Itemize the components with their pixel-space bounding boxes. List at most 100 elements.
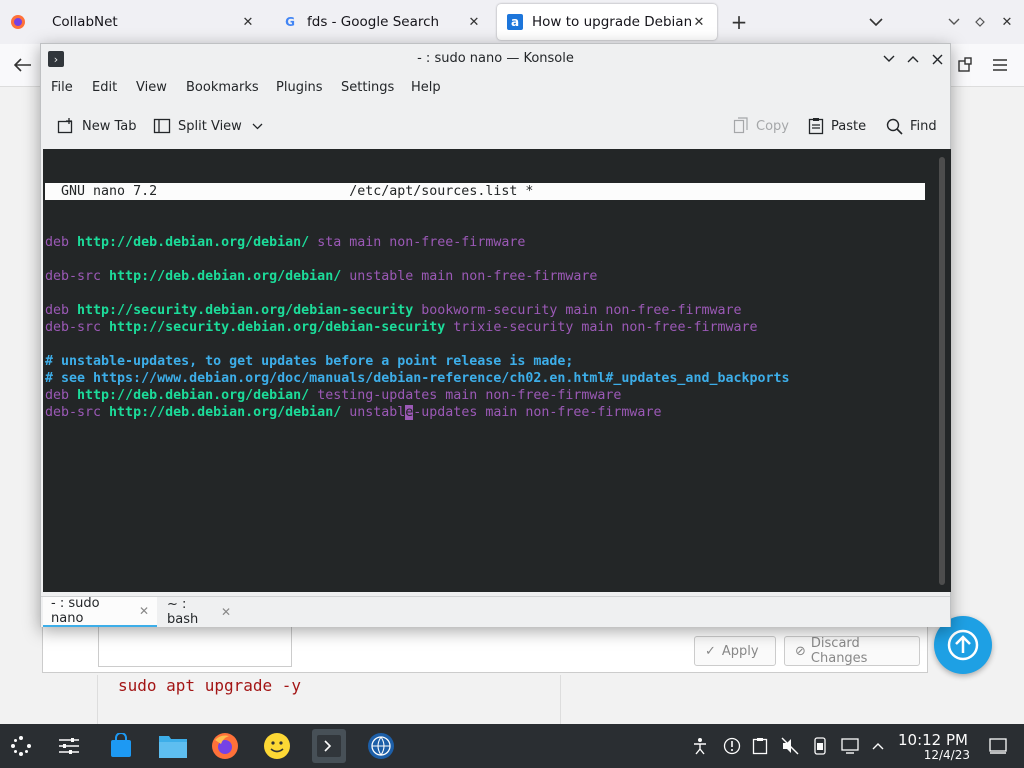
network-browser-icon[interactable] xyxy=(364,729,398,763)
nano-line xyxy=(45,285,925,302)
nano-text-segment: http://deb.debian.org/debian/ xyxy=(109,269,342,284)
menu-edit[interactable]: Edit xyxy=(92,80,117,95)
menu-view[interactable]: View xyxy=(136,80,167,95)
close-icon[interactable]: ✕ xyxy=(240,15,256,30)
new-tab-button[interactable]: New Tab xyxy=(57,114,137,138)
discard-label: Discard Changes xyxy=(810,636,868,666)
app-launcher-icon[interactable] xyxy=(4,729,38,763)
hamburger-menu-icon[interactable] xyxy=(989,54,1011,76)
discover-store-icon[interactable] xyxy=(104,729,138,763)
find-label: Find xyxy=(910,118,937,134)
apply-label: Apply xyxy=(721,643,759,659)
nano-text-segment: http://deb.debian.org/debian/ xyxy=(77,388,310,403)
clock-date[interactable]: 12/4/23 xyxy=(896,748,970,762)
menu-settings[interactable]: Settings xyxy=(341,80,394,95)
toolbar: New Tab Split View Copy Paste Find xyxy=(41,106,950,146)
show-desktop-icon[interactable] xyxy=(988,736,1008,756)
system-settings-icon[interactable] xyxy=(52,729,86,763)
menu-bookmarks[interactable]: Bookmarks xyxy=(186,80,259,95)
nano-text-segment: deb-src xyxy=(45,320,110,335)
divider xyxy=(97,675,98,724)
network-icon[interactable] xyxy=(840,736,860,756)
nano-line xyxy=(45,421,925,438)
terminal-view[interactable]: GNU nano 7.2 /etc/apt/sources.list * deb… xyxy=(43,149,951,592)
cancel-icon: ⊘ xyxy=(795,643,806,659)
minimize-icon[interactable] xyxy=(879,49,899,69)
restore-icon[interactable] xyxy=(970,12,990,32)
web-page-input-box[interactable] xyxy=(98,625,292,667)
extensions-icon[interactable] xyxy=(954,54,976,76)
device-notifier-icon[interactable] xyxy=(810,736,830,756)
back-arrow-icon[interactable] xyxy=(12,54,34,76)
nano-editor: GNU nano 7.2 /etc/apt/sources.list * deb… xyxy=(45,149,925,592)
nano-text-segment: # unstable-updates, to get updates befor… xyxy=(45,354,574,369)
menu-plugins[interactable]: Plugins xyxy=(276,80,323,95)
session-tab-label: ~ : bash xyxy=(167,597,199,627)
nano-text-segment: sta main non-free-firmware xyxy=(309,235,526,250)
konsole-window: › - : sudo nano — Konsole File Edit View… xyxy=(40,43,951,627)
volume-muted-icon[interactable] xyxy=(780,736,800,756)
apply-button[interactable]: ✓ Apply xyxy=(694,636,776,666)
session-tab-sudo-nano[interactable]: - : sudo nano ✕ xyxy=(43,596,157,627)
close-icon[interactable]: ✕ xyxy=(221,605,231,619)
accessibility-icon[interactable] xyxy=(690,736,710,756)
minimize-icon[interactable] xyxy=(944,12,964,32)
nano-header: GNU nano 7.2 /etc/apt/sources.list * xyxy=(45,183,925,200)
chevron-down-icon[interactable] xyxy=(252,123,263,130)
new-tab-icon[interactable]: + xyxy=(728,10,750,34)
list-tabs-icon[interactable] xyxy=(866,12,886,32)
nano-text-segment: testing-updates main non-free-firmware xyxy=(309,388,622,403)
copy-label: Copy xyxy=(756,118,789,134)
file-manager-icon[interactable] xyxy=(156,729,190,763)
nano-text-segment: http://security.debian.org/debian-securi… xyxy=(109,320,446,335)
nano-text-segment: bookworm-security main non-free-firmware xyxy=(413,303,742,318)
tab-label: fds - Google Search xyxy=(307,14,440,30)
clipboard-icon[interactable] xyxy=(750,736,770,756)
close-icon[interactable]: ✕ xyxy=(997,12,1017,32)
nano-line: deb http://security.debian.org/debian-se… xyxy=(45,302,925,319)
emoji-picker-icon[interactable] xyxy=(260,729,294,763)
nano-line: deb http://deb.debian.org/debian/ sta ma… xyxy=(45,234,925,251)
find-button[interactable]: Find xyxy=(886,114,937,138)
chevron-up-icon[interactable] xyxy=(868,736,888,756)
taskbar: 10:12 PM 12/4/23 xyxy=(0,724,1024,768)
nano-text-segment: deb-src xyxy=(45,269,110,284)
nano-text-segment: -updates main non-free-firmware xyxy=(413,405,662,420)
nano-line: deb-src http://security.debian.org/debia… xyxy=(45,319,925,336)
browser-tab-google[interactable]: G fds - Google Search ✕ xyxy=(272,4,492,40)
maximize-icon[interactable] xyxy=(903,49,923,69)
window-titlebar[interactable]: › - : sudo nano — Konsole xyxy=(41,44,950,74)
copy-button[interactable]: Copy xyxy=(733,114,789,138)
nano-text-segment: unstabl xyxy=(341,405,406,420)
firefox-view-icon[interactable] xyxy=(8,12,28,32)
close-icon[interactable]: ✕ xyxy=(691,15,707,30)
split-view-button[interactable]: Split View xyxy=(153,114,263,138)
terminal-scrollbar[interactable] xyxy=(939,157,945,585)
new-tab-icon xyxy=(57,118,73,134)
browser-tab-debian[interactable]: a How to upgrade Debian di ✕ xyxy=(497,4,717,40)
nano-text-segment: deb xyxy=(45,303,78,318)
discard-changes-button[interactable]: ⊘ Discard Changes xyxy=(784,636,920,666)
clock-time[interactable]: 10:12 PM xyxy=(896,731,970,749)
google-icon: G xyxy=(285,15,295,29)
menu-bar: File Edit View Bookmarks Plugins Setting… xyxy=(41,74,950,102)
firefox-taskbar-icon[interactable] xyxy=(208,729,242,763)
close-icon[interactable]: ✕ xyxy=(466,15,482,30)
close-icon[interactable]: ✕ xyxy=(139,604,149,618)
menu-help[interactable]: Help xyxy=(411,80,441,95)
nano-line xyxy=(45,472,925,489)
close-icon[interactable] xyxy=(927,49,947,69)
paste-button[interactable]: Paste xyxy=(808,114,866,138)
browser-tab-collabnet[interactable]: CollabNet ✕ xyxy=(42,4,266,40)
paste-label: Paste xyxy=(831,118,867,134)
nano-text-segment: unstable main non-free-firmware xyxy=(341,269,598,284)
konsole-taskbar-icon[interactable] xyxy=(312,729,346,763)
nano-line: # see https://www.debian.org/doc/manuals… xyxy=(45,370,925,387)
session-tab-bash[interactable]: ~ : bash ✕ xyxy=(159,597,239,627)
updates-icon[interactable] xyxy=(722,736,742,756)
session-tab-bar: - : sudo nano ✕ ~ : bash ✕ xyxy=(41,596,950,627)
session-tab-label: - : sudo nano xyxy=(51,596,100,626)
nano-text-segment: http://deb.debian.org/debian/ xyxy=(77,235,310,250)
search-icon xyxy=(886,118,903,135)
menu-file[interactable]: File xyxy=(51,80,73,95)
